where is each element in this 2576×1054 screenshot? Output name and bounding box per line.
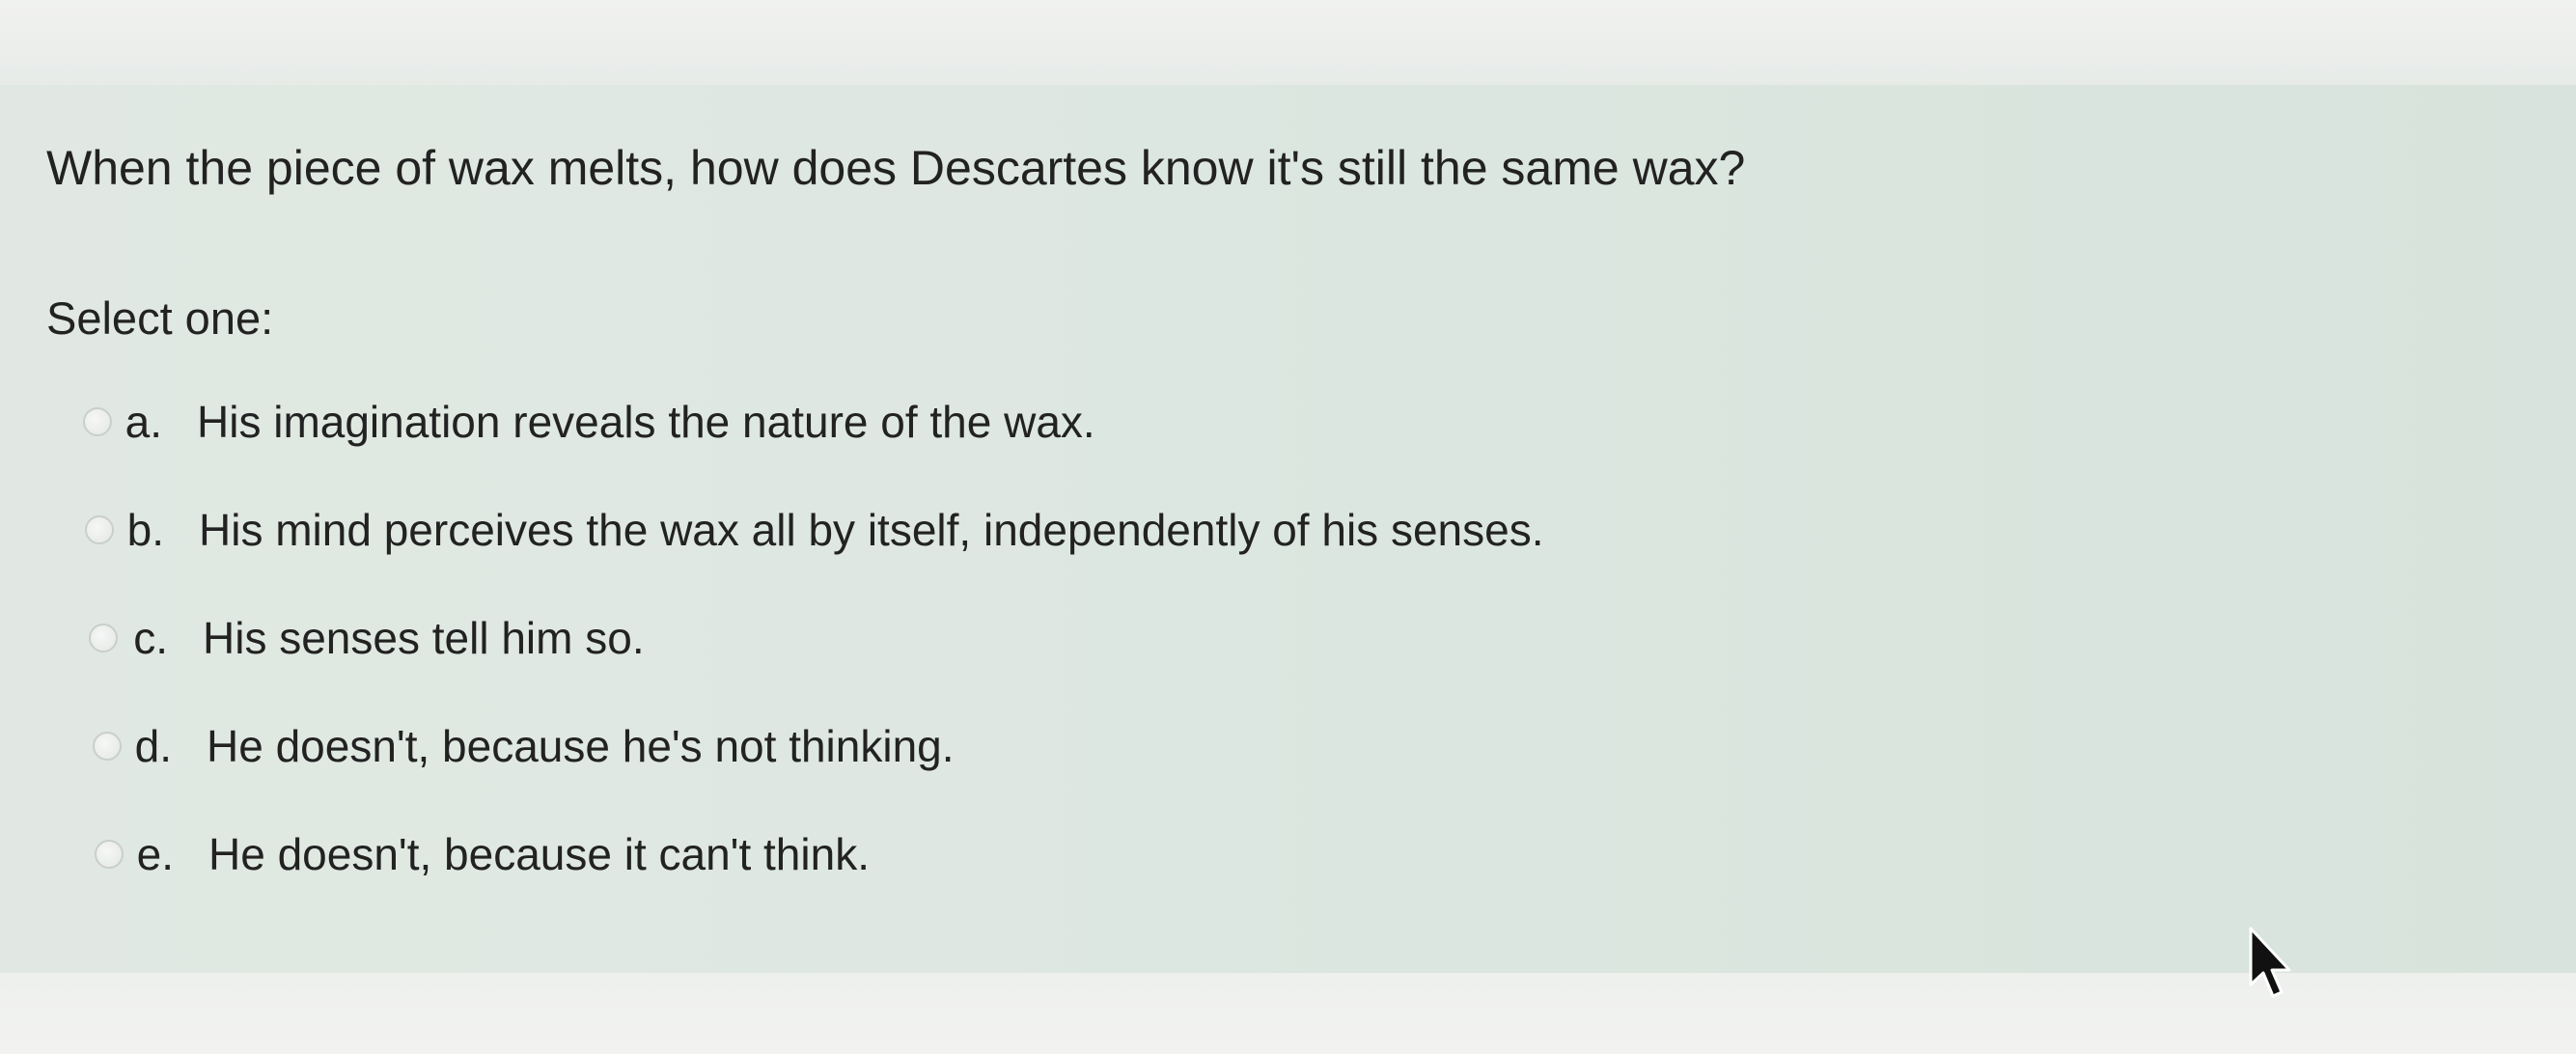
mouse-pointer-icon [2249, 927, 2291, 998]
radio-button-icon[interactable] [89, 624, 118, 652]
radio-button-icon[interactable] [85, 515, 114, 544]
answer-letter: d. [134, 721, 172, 771]
answer-letter: a. [125, 397, 162, 447]
page-bottom-area [0, 973, 2576, 1054]
answer-text: His mind perceives the wax all by itself… [199, 505, 1544, 555]
page-top-area [0, 0, 2576, 85]
question-text: When the piece of wax melts, how does De… [46, 141, 1746, 195]
answer-text: His imagination reveals the nature of th… [197, 397, 1095, 447]
answer-letter: c. [133, 613, 168, 663]
answer-text: He doesn't, because it can't think. [208, 829, 870, 879]
answer-option-a[interactable]: a. His imagination reveals the nature of… [83, 396, 1095, 448]
answer-letter: e. [136, 829, 174, 879]
radio-button-icon[interactable] [93, 732, 122, 761]
select-one-prompt: Select one: [46, 292, 274, 344]
answer-text: He doesn't, because he's not thinking. [207, 721, 955, 771]
answer-option-b[interactable]: b. His mind perceives the wax all by its… [85, 504, 1543, 556]
answer-text: His senses tell him so. [203, 613, 645, 663]
answer-option-e[interactable]: e. He doesn't, because it can't think. [95, 828, 870, 880]
radio-button-icon[interactable] [95, 840, 124, 869]
answer-letter: b. [126, 505, 164, 555]
radio-button-icon[interactable] [83, 407, 112, 436]
answer-option-c[interactable]: c. His senses tell him so. [89, 612, 645, 664]
answer-option-d[interactable]: d. He doesn't, because he's not thinking… [93, 720, 955, 772]
